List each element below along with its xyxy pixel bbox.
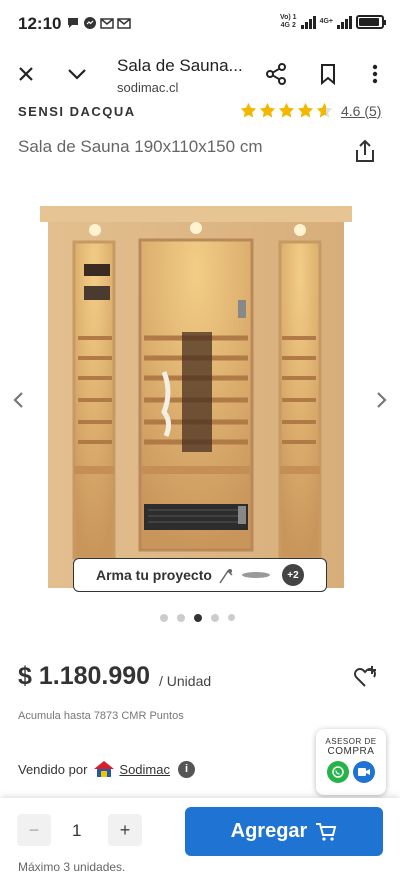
share-upload-icon xyxy=(356,139,374,162)
more-items-badge: +2 xyxy=(282,564,304,586)
whatsapp-icon xyxy=(332,766,344,778)
rating-value[interactable]: 4.6 (5) xyxy=(341,103,381,119)
status-bar: 12:10 Vo) 1 4G 2 4G+ xyxy=(0,0,400,50)
add-to-wishlist-button[interactable] xyxy=(352,664,378,690)
chevron-down-icon xyxy=(68,69,86,80)
close-icon xyxy=(19,67,33,81)
chat-bubble-icon xyxy=(68,18,78,28)
whatsapp-button[interactable] xyxy=(327,761,349,783)
product-gallery[interactable]: Arma tu proyecto +2 xyxy=(0,178,400,622)
page-url: sodimac.cl xyxy=(117,80,179,95)
info-icon[interactable]: i xyxy=(177,760,195,778)
status-right: Vo) 1 4G 2 4G+ xyxy=(279,14,386,30)
build-project-label: Arma tu proyecto xyxy=(96,567,212,583)
max-units-note: Máximo 3 unidades. xyxy=(18,860,126,874)
share-button[interactable] xyxy=(262,60,290,88)
close-button[interactable] xyxy=(12,60,40,88)
advisor-label: ASESOR DE xyxy=(325,737,377,746)
signal-icon-2 xyxy=(337,15,352,29)
star-icon xyxy=(259,102,276,118)
expand-button[interactable] xyxy=(63,60,91,88)
purchase-advisor-widget[interactable]: ASESOR DE COMPRA xyxy=(316,729,386,795)
gallery-prev-button[interactable] xyxy=(0,368,36,432)
notification-icons xyxy=(66,16,131,30)
page-title: Sala de Sauna... xyxy=(117,56,243,75)
more-button[interactable] xyxy=(361,60,389,88)
gmail-icon xyxy=(117,18,131,29)
increase-quantity-button[interactable]: + xyxy=(108,814,142,846)
network-label-2: 4G+ xyxy=(319,18,333,25)
signal-icon xyxy=(300,15,316,29)
pagination-dot[interactable] xyxy=(160,614,168,622)
chevron-right-icon xyxy=(377,392,387,408)
advisor-label-2: COMPRA xyxy=(327,746,375,757)
add-to-cart-bar: − 1 + Agregar Máximo 3 unidades. xyxy=(0,798,400,884)
star-icon xyxy=(278,102,295,118)
sold-by: Vendido por Sodimac i xyxy=(18,760,195,778)
cart-icon xyxy=(316,822,337,841)
battery-icon xyxy=(356,15,386,29)
more-vertical-icon xyxy=(372,64,378,84)
gmail-icon xyxy=(100,18,114,29)
add-to-cart-button[interactable]: Agregar xyxy=(185,807,383,856)
messenger-icon xyxy=(84,17,96,29)
product-title: Sala de Sauna 190x110x150 cm xyxy=(18,137,263,156)
decrease-quantity-button[interactable]: − xyxy=(17,814,51,846)
pagination-dot[interactable] xyxy=(228,614,235,621)
advisor-buttons xyxy=(316,761,386,783)
rating[interactable]: 4.6 (5) xyxy=(240,102,381,119)
bookmark-button[interactable] xyxy=(314,60,342,88)
sodimac-logo-icon xyxy=(94,761,115,777)
gallery-next-button[interactable] xyxy=(364,368,400,432)
star-icon xyxy=(297,102,314,118)
share-icon xyxy=(266,63,286,85)
star-half-icon xyxy=(316,102,333,118)
pagination-dot[interactable] xyxy=(211,614,219,622)
build-project-button[interactable]: Arma tu proyecto +2 xyxy=(73,558,327,592)
chevron-left-icon xyxy=(13,392,23,408)
heart-plus-icon xyxy=(354,666,376,687)
network-label: Vo) 1 4G 2 xyxy=(279,14,297,29)
brand-name[interactable]: SENSI DACQUA xyxy=(18,104,136,119)
gallery-pagination xyxy=(160,614,235,622)
project-thumbnails xyxy=(219,569,270,584)
sold-by-label: Vendido por xyxy=(18,761,88,777)
rating-stars xyxy=(240,102,333,119)
pagination-dot[interactable] xyxy=(177,614,185,622)
video-camera-icon xyxy=(358,768,370,776)
seller-link[interactable]: Sodimac xyxy=(119,762,170,777)
cmr-points: Acumula hasta 7873 CMR Puntos xyxy=(18,710,184,722)
product-share-button[interactable] xyxy=(352,138,378,164)
bookmark-icon xyxy=(321,64,335,85)
star-icon xyxy=(240,102,257,118)
status-time: 12:10 xyxy=(18,14,62,33)
add-to-cart-label: Agregar xyxy=(230,820,308,842)
pagination-dot-active[interactable] xyxy=(194,614,202,622)
video-call-button[interactable] xyxy=(353,761,375,783)
quantity-value: 1 xyxy=(72,821,82,840)
product-image xyxy=(40,206,352,588)
price-unit: / Unidad xyxy=(159,673,212,689)
product-price: $ 1.180.990 xyxy=(18,662,151,690)
